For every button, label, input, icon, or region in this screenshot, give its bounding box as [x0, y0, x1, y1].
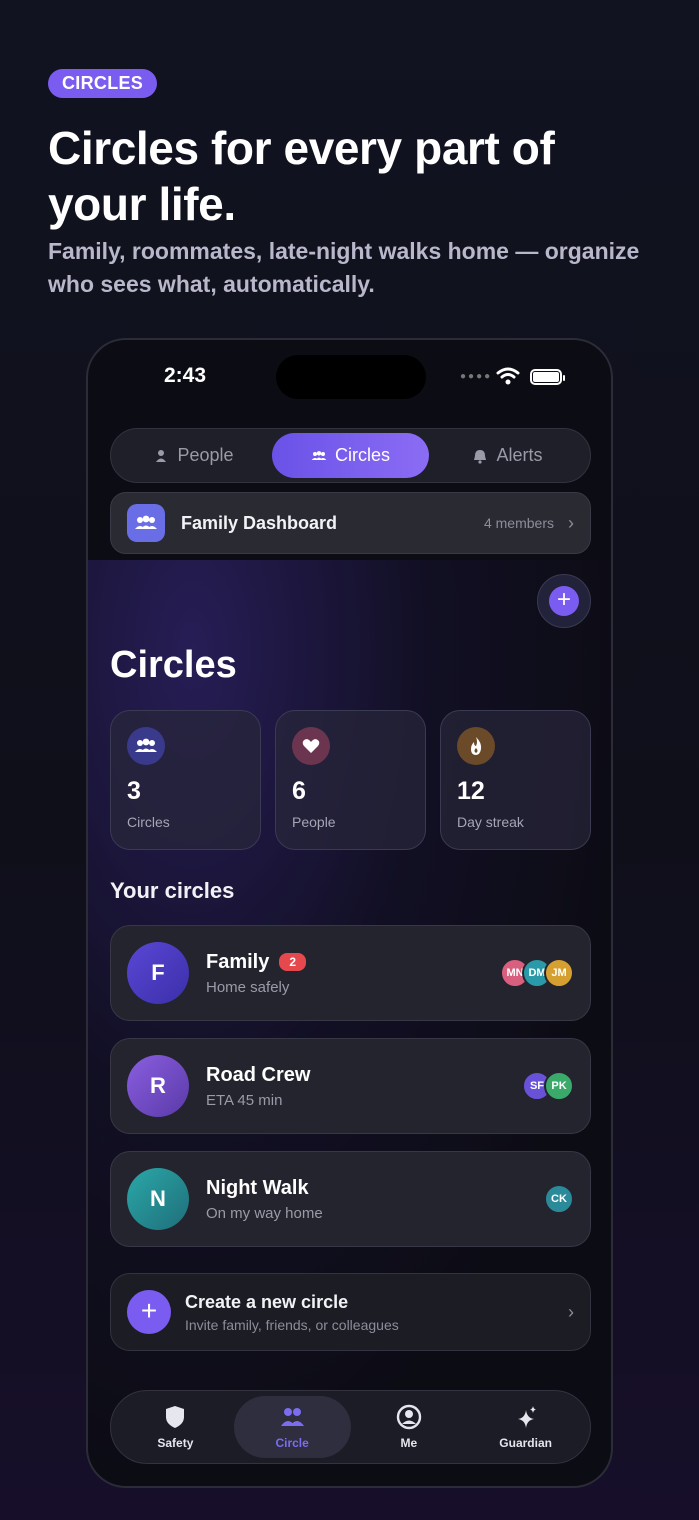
- circle-name: Road Crew: [206, 1063, 311, 1086]
- person-icon: [156, 449, 167, 462]
- stat-value: 3: [127, 777, 141, 805]
- dynamic-island: [276, 355, 426, 399]
- status-time: 2:43: [164, 364, 207, 387]
- tab-people-label: People: [177, 445, 234, 465]
- stat-card-streak: 12 Day streak: [440, 710, 591, 850]
- avatar: N: [127, 1168, 189, 1230]
- tab-circles-label: Circles: [334, 445, 390, 465]
- stats-row: 3 Circles 6 People 12 Day streak: [110, 710, 591, 850]
- group-icon: [127, 504, 165, 542]
- tab-guardian[interactable]: Guardian: [467, 1396, 584, 1458]
- tab-circles[interactable]: Circles: [272, 433, 429, 478]
- tab-alerts-label: Alerts: [496, 445, 543, 465]
- avatar: R: [127, 1055, 189, 1117]
- shield-icon: [166, 1406, 185, 1428]
- bell-icon: [474, 449, 487, 464]
- profile-icon: [396, 1404, 422, 1430]
- stat-card-circles: 3 Circles: [110, 710, 261, 850]
- group-icon: [281, 1408, 305, 1426]
- plus-icon: +: [127, 1290, 171, 1334]
- stat-value: 12: [457, 777, 485, 805]
- tab-safety[interactable]: Safety: [117, 1396, 234, 1458]
- stat-label: Day streak: [457, 814, 524, 830]
- tab-safety-label: Safety: [157, 1436, 194, 1450]
- dashboard-member-count: 4 members: [483, 515, 554, 531]
- tab-me[interactable]: Me: [351, 1396, 468, 1458]
- battery-icon: [530, 369, 565, 385]
- plus-icon: +: [549, 586, 579, 616]
- stat-value: 6: [292, 777, 306, 805]
- circle-status: On my way home: [206, 1204, 323, 1222]
- tab-people[interactable]: People: [115, 433, 272, 478]
- member-avatars: CK: [544, 1184, 574, 1214]
- circle-card-night-walk[interactable]: N Night Walk On my way home CK: [110, 1151, 591, 1247]
- sparkle-icon: [517, 1406, 536, 1428]
- circle-name: Night Walk: [206, 1176, 309, 1199]
- tab-guardian-label: Guardian: [499, 1436, 552, 1450]
- create-circle-title: Create a new circle: [185, 1291, 349, 1312]
- promo-headline: Circles for every part of your life.: [48, 122, 555, 230]
- signal-icon: ●●●●: [460, 371, 493, 382]
- chevron-right-icon: ›: [568, 512, 574, 533]
- promo-subhead: Family, roommates, late-night walks home…: [48, 238, 640, 297]
- tab-alerts[interactable]: Alerts: [429, 433, 586, 478]
- stat-card-people: 6 People: [275, 710, 426, 850]
- flame-icon: [457, 727, 495, 765]
- page-title: Circles: [110, 644, 237, 686]
- category-pill: CIRCLES: [48, 69, 158, 98]
- member-avatars: SF PK: [522, 1071, 574, 1101]
- section-title: Your circles: [110, 878, 235, 903]
- chevron-right-icon: ›: [568, 1301, 574, 1322]
- circle-card-road-crew[interactable]: R Road Crew ETA 45 min SF PK: [110, 1038, 591, 1134]
- tab-circle[interactable]: Circle: [233, 1396, 351, 1458]
- avatar: JM: [544, 958, 574, 988]
- avatar: F: [127, 942, 189, 1004]
- member-avatars: MN DM JM: [500, 958, 574, 988]
- notification-badge: 2: [279, 953, 307, 971]
- group-icon: [127, 727, 165, 765]
- segmented-control: People Circles Alerts: [110, 428, 591, 483]
- circle-name: Family: [206, 950, 270, 973]
- circle-card-family[interactable]: F Family 2 Home safely MN DM JM: [110, 925, 591, 1021]
- stat-label: Circles: [127, 814, 170, 830]
- phone-frame: 2:43 ●●●● People Circles Alerts Family D…: [86, 338, 613, 1488]
- circle-status: ETA 45 min: [206, 1091, 283, 1109]
- family-dashboard-row[interactable]: Family Dashboard 4 members ›: [110, 492, 591, 554]
- dashboard-title: Family Dashboard: [181, 512, 338, 533]
- stat-label: People: [292, 814, 336, 830]
- create-circle-button[interactable]: + Create a new circle Invite family, fri…: [110, 1273, 591, 1351]
- heart-icon: [292, 727, 330, 765]
- wifi-icon: [496, 367, 520, 385]
- create-circle-subtitle: Invite family, friends, or colleagues: [185, 1316, 399, 1333]
- add-circle-button[interactable]: +: [537, 574, 591, 628]
- circle-status: Home safely: [206, 978, 290, 996]
- group-icon: [311, 450, 327, 460]
- avatar: PK: [544, 1071, 574, 1101]
- bottom-tab-bar: Safety Circle Me Guardian: [110, 1390, 591, 1464]
- tab-me-label: Me: [400, 1436, 418, 1450]
- avatar: CK: [544, 1184, 574, 1214]
- tab-circle-label: Circle: [275, 1436, 309, 1450]
